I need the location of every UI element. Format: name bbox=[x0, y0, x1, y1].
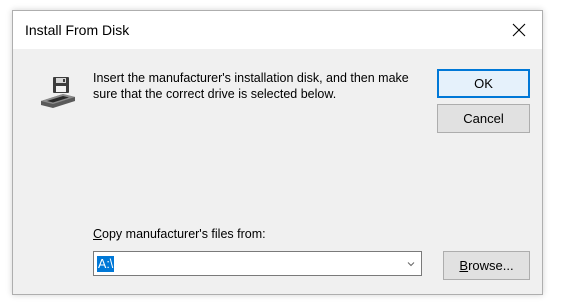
copy-from-label-mnemonic: C bbox=[93, 227, 103, 241]
browse-button[interactable]: Browse... bbox=[443, 251, 530, 280]
ok-button[interactable]: OK bbox=[437, 69, 530, 98]
close-icon bbox=[512, 23, 526, 37]
title-bar: Install From Disk bbox=[13, 11, 542, 49]
copy-from-label-text: opy manufacturer's files from: bbox=[102, 227, 266, 241]
floppy-drive-icon bbox=[41, 77, 75, 108]
cancel-button[interactable]: Cancel bbox=[437, 104, 530, 133]
chevron-down-icon[interactable] bbox=[406, 260, 416, 268]
browse-label: rowse... bbox=[468, 258, 514, 273]
instruction-text: Insert the manufacturer's installation d… bbox=[93, 71, 409, 101]
copy-from-label: Copy manufacturer's files from: bbox=[93, 227, 266, 241]
browse-mnemonic: B bbox=[459, 258, 469, 273]
copy-from-value[interactable]: A:\ bbox=[97, 256, 115, 272]
copy-from-combobox[interactable]: A:\ bbox=[93, 251, 422, 276]
dialog-title: Install From Disk bbox=[25, 22, 130, 38]
install-from-disk-dialog: Install From Disk Insert the manufacture… bbox=[12, 10, 543, 295]
close-button[interactable] bbox=[496, 11, 542, 49]
